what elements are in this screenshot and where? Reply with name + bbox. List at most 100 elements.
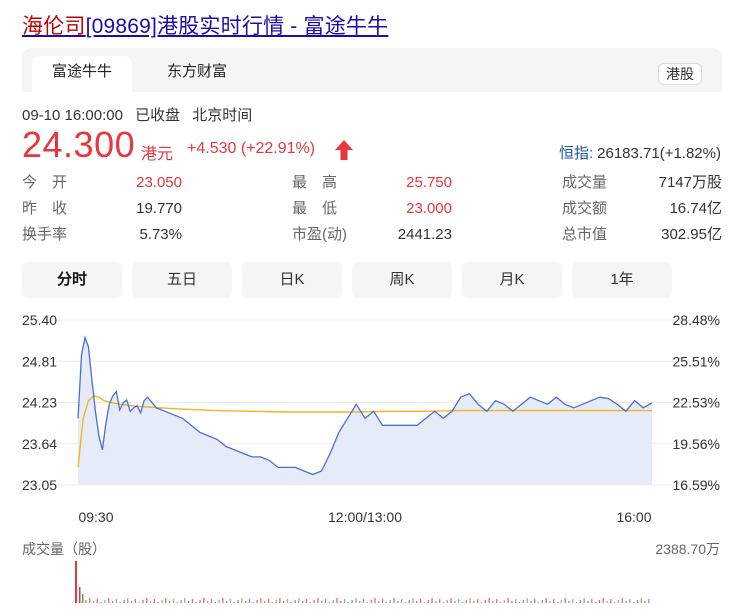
volume-bar <box>256 600 258 603</box>
volume-bar <box>195 602 197 603</box>
quote-datetime: 09-10 16:00:00 <box>22 107 123 124</box>
volume-bar <box>355 598 357 603</box>
volume-bar <box>351 600 353 603</box>
volume-bar <box>267 599 270 603</box>
tab-monthly-k[interactable]: 月K <box>462 262 562 298</box>
volume-bar <box>252 602 254 603</box>
y-tick-label: 24.81 <box>22 353 57 369</box>
volume-bar <box>541 600 543 603</box>
volume-bar <box>644 601 646 603</box>
tab-weekly-k[interactable]: 周K <box>352 262 452 298</box>
stat-label: 成交量 <box>562 174 608 191</box>
volume-bar <box>89 598 91 603</box>
volume-bar <box>298 598 300 603</box>
volume-bar <box>184 598 186 603</box>
volume-bar <box>324 599 327 603</box>
volume-bar <box>503 600 505 603</box>
volume-bar <box>283 601 285 603</box>
volume-bar <box>218 600 220 603</box>
volume-bar <box>229 599 232 603</box>
volume-bar <box>621 598 623 603</box>
volume-bar <box>343 599 346 603</box>
y-tick-label: 28.48% <box>673 312 720 328</box>
volume-bar <box>279 598 281 603</box>
volume-label: 成交量（股） <box>22 541 106 557</box>
stat-label: 昨 收 <box>22 200 68 217</box>
volume-bars <box>75 561 650 603</box>
timezone-label: 北京时间 <box>192 107 253 124</box>
stat-label: 总市值 <box>562 226 608 243</box>
volume-bar <box>157 602 159 603</box>
volume-bar <box>549 601 551 603</box>
volume-bar <box>583 598 585 603</box>
volume-bar <box>85 600 87 603</box>
volume-bar <box>317 598 319 603</box>
volume-bar <box>187 601 190 603</box>
volume-bar <box>100 602 102 603</box>
market-status: 已收盘 <box>135 107 181 124</box>
volume-bar <box>629 599 631 603</box>
volume-bar <box>393 598 395 603</box>
volume-bar <box>385 602 388 603</box>
volume-bar <box>515 599 517 603</box>
volume-bar <box>111 601 114 603</box>
tab-1year[interactable]: 1年 <box>572 262 672 298</box>
volume-bar <box>648 599 650 603</box>
volume-bar <box>423 602 426 603</box>
volume-bar <box>82 594 84 603</box>
volume-bar <box>435 601 437 603</box>
stat-value: 302.95亿 <box>661 226 722 243</box>
volume-bar <box>427 600 429 603</box>
volume-bar <box>305 599 308 603</box>
volume-bar <box>477 599 479 603</box>
volume-bar <box>469 598 471 603</box>
tab-futu[interactable]: 富途牛牛 <box>32 56 132 92</box>
stat-prev-close: 昨 收 19.770 <box>22 196 182 222</box>
tab-eastmoney[interactable]: 东方财富 <box>142 56 252 92</box>
stat-label: 成交额 <box>562 200 608 217</box>
volume-bar <box>313 600 315 603</box>
volume-bar <box>572 599 574 603</box>
stat-value: 5.73% <box>139 226 182 243</box>
volume-bar <box>496 599 498 603</box>
y-tick-label: 16.59% <box>673 477 720 493</box>
volume-bar <box>587 601 589 603</box>
stat-value: 23.050 <box>136 174 182 191</box>
y-axis-right: 28.48% 25.51% 22.53% 19.56% 16.59% <box>673 312 720 493</box>
volume-bar <box>222 598 224 603</box>
page-title-link[interactable]: 海伦司[09869]港股实时行情 - 富途牛牛 <box>22 10 388 40</box>
x-tick-label: 09:30 <box>78 509 113 525</box>
volume-bar <box>96 599 98 603</box>
stat-label: 市盈(动) <box>292 226 347 243</box>
volume-bar <box>389 600 391 603</box>
intraday-chart[interactable]: 25.40 24.81 24.23 23.64 23.05 28.48% 25.51% 22… <box>0 300 741 609</box>
index-quote[interactable]: 恒指: 26183.71(+1.82%) <box>559 142 721 163</box>
up-arrow-icon <box>335 140 353 160</box>
volume-bar <box>518 602 521 603</box>
stat-market-cap: 总市值 302.95亿 <box>562 222 722 248</box>
volume-bar <box>321 601 323 603</box>
currency-label: 港元 <box>141 146 174 163</box>
stat-label: 最 低 <box>292 200 338 217</box>
tab-5day[interactable]: 五日 <box>132 262 232 298</box>
volume-bar <box>92 601 95 603</box>
volume-bar <box>130 601 133 603</box>
volume-bar <box>134 599 137 603</box>
volume-bar <box>336 598 338 603</box>
volume-bar <box>632 602 635 603</box>
stat-label: 换手率 <box>22 226 68 243</box>
tab-daily-k[interactable]: 日K <box>242 262 342 298</box>
volume-bar <box>161 600 163 603</box>
volume-bar <box>362 599 365 603</box>
stat-low: 最 低 23.000 <box>292 196 452 222</box>
volume-bar <box>309 602 311 603</box>
stat-open: 今 开 23.050 <box>22 170 182 196</box>
volume-bar <box>347 602 350 603</box>
volume-bar <box>461 602 464 603</box>
volume-bar <box>640 598 642 603</box>
tab-intraday[interactable]: 分时 <box>22 262 122 298</box>
volume-bar <box>442 602 445 603</box>
current-price: 24.300 <box>22 124 136 165</box>
stat-turnover-rate: 换手率 5.73% <box>22 222 182 248</box>
volume-bar <box>75 561 77 603</box>
